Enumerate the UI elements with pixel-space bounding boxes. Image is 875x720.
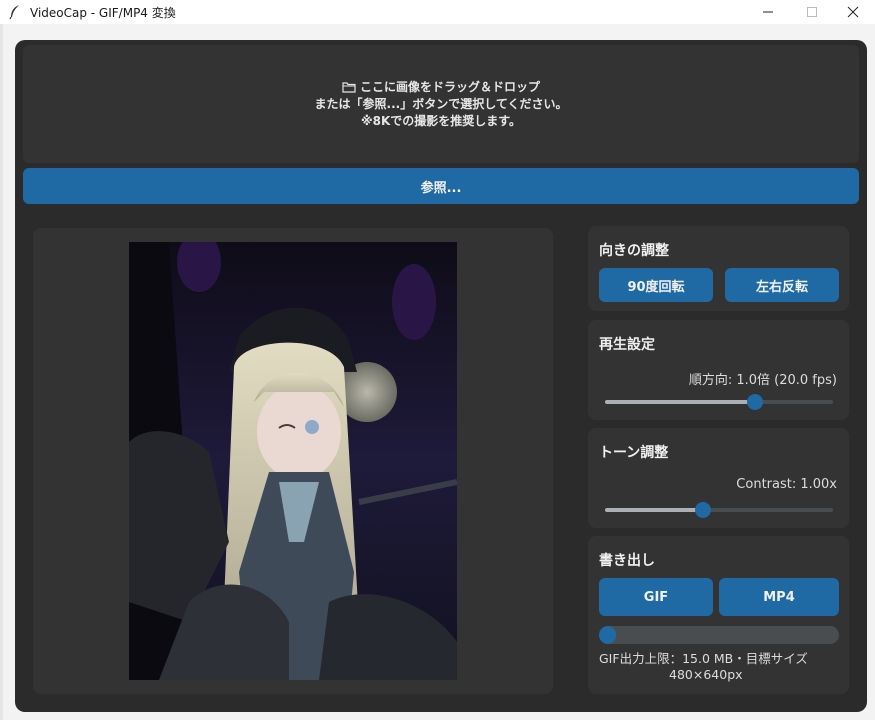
- export-progress-bar: [599, 626, 839, 644]
- export-info: GIF出力上限：15.0 MB・目標サイズ 480×640px: [599, 651, 839, 683]
- maximize-icon: [807, 7, 817, 17]
- playback-title: 再生設定: [599, 337, 655, 353]
- drop-zone-heading: ここに画像をドラッグ＆ドロップ: [342, 79, 540, 96]
- slider-thumb[interactable]: [695, 502, 712, 518]
- close-button[interactable]: [831, 0, 875, 24]
- preview-panel: [33, 228, 553, 694]
- export-info-line1: GIF出力上限：15.0 MB・目標サイズ: [599, 651, 808, 666]
- export-info-line2: 480×640px: [669, 667, 743, 682]
- window-edge: [0, 24, 3, 720]
- drop-zone-line1: ここに画像をドラッグ＆ドロップ: [359, 79, 540, 94]
- export-card: 書き出し GIF MP4 GIF出力上限：15.0 MB・目標サイズ 480×6…: [588, 536, 849, 694]
- slider-fill: [605, 400, 756, 404]
- close-icon: [847, 6, 859, 18]
- slider-fill: [605, 508, 704, 512]
- contrast-slider[interactable]: [605, 502, 833, 518]
- slider-thumb[interactable]: [747, 394, 764, 410]
- preview-image: [129, 242, 457, 680]
- drop-zone[interactable]: ここに画像をドラッグ＆ドロップ または「参照...」ボタンで選択してください。 …: [23, 45, 859, 163]
- minimize-icon: [763, 11, 773, 13]
- export-mp4-button[interactable]: MP4: [719, 578, 839, 616]
- export-title: 書き出し: [599, 553, 655, 569]
- tone-card: トーン調整 Contrast: 1.00x: [588, 428, 849, 528]
- maximize-button[interactable]: [790, 0, 834, 24]
- playback-speed-slider[interactable]: [605, 394, 833, 410]
- playback-card: 再生設定 順方向: 1.0倍 (20.0 fps): [588, 320, 849, 420]
- title-bar: VideoCap - GIF/MP4 変換: [0, 0, 875, 24]
- window-title: VideoCap - GIF/MP4 変換: [30, 6, 176, 20]
- drop-zone-line2: または「参照...」ボタンで選択してください。: [314, 96, 568, 111]
- contrast-label: Contrast: 1.00x: [736, 477, 837, 492]
- flip-horizontal-button[interactable]: 左右反転: [725, 268, 839, 302]
- orientation-card: 向きの調整 90度回転 左右反転: [588, 226, 849, 311]
- orientation-title: 向きの調整: [599, 243, 669, 259]
- feather-icon: [9, 5, 19, 20]
- playback-speed-label: 順方向: 1.0倍 (20.0 fps): [688, 373, 837, 388]
- minimize-button[interactable]: [746, 0, 790, 24]
- export-gif-button[interactable]: GIF: [599, 578, 713, 616]
- rotate-90-button[interactable]: 90度回転: [599, 268, 713, 302]
- preview-illustration: [129, 242, 457, 680]
- tone-title: トーン調整: [599, 445, 669, 461]
- drop-zone-line3: ※8Kでの撮影を推奨します。: [360, 113, 522, 128]
- progress-fill: [599, 626, 616, 644]
- browse-button[interactable]: 参照...: [23, 168, 859, 204]
- folder-icon: [342, 82, 356, 93]
- main-panel: ここに画像をドラッグ＆ドロップ または「参照...」ボタンで選択してください。 …: [15, 40, 867, 712]
